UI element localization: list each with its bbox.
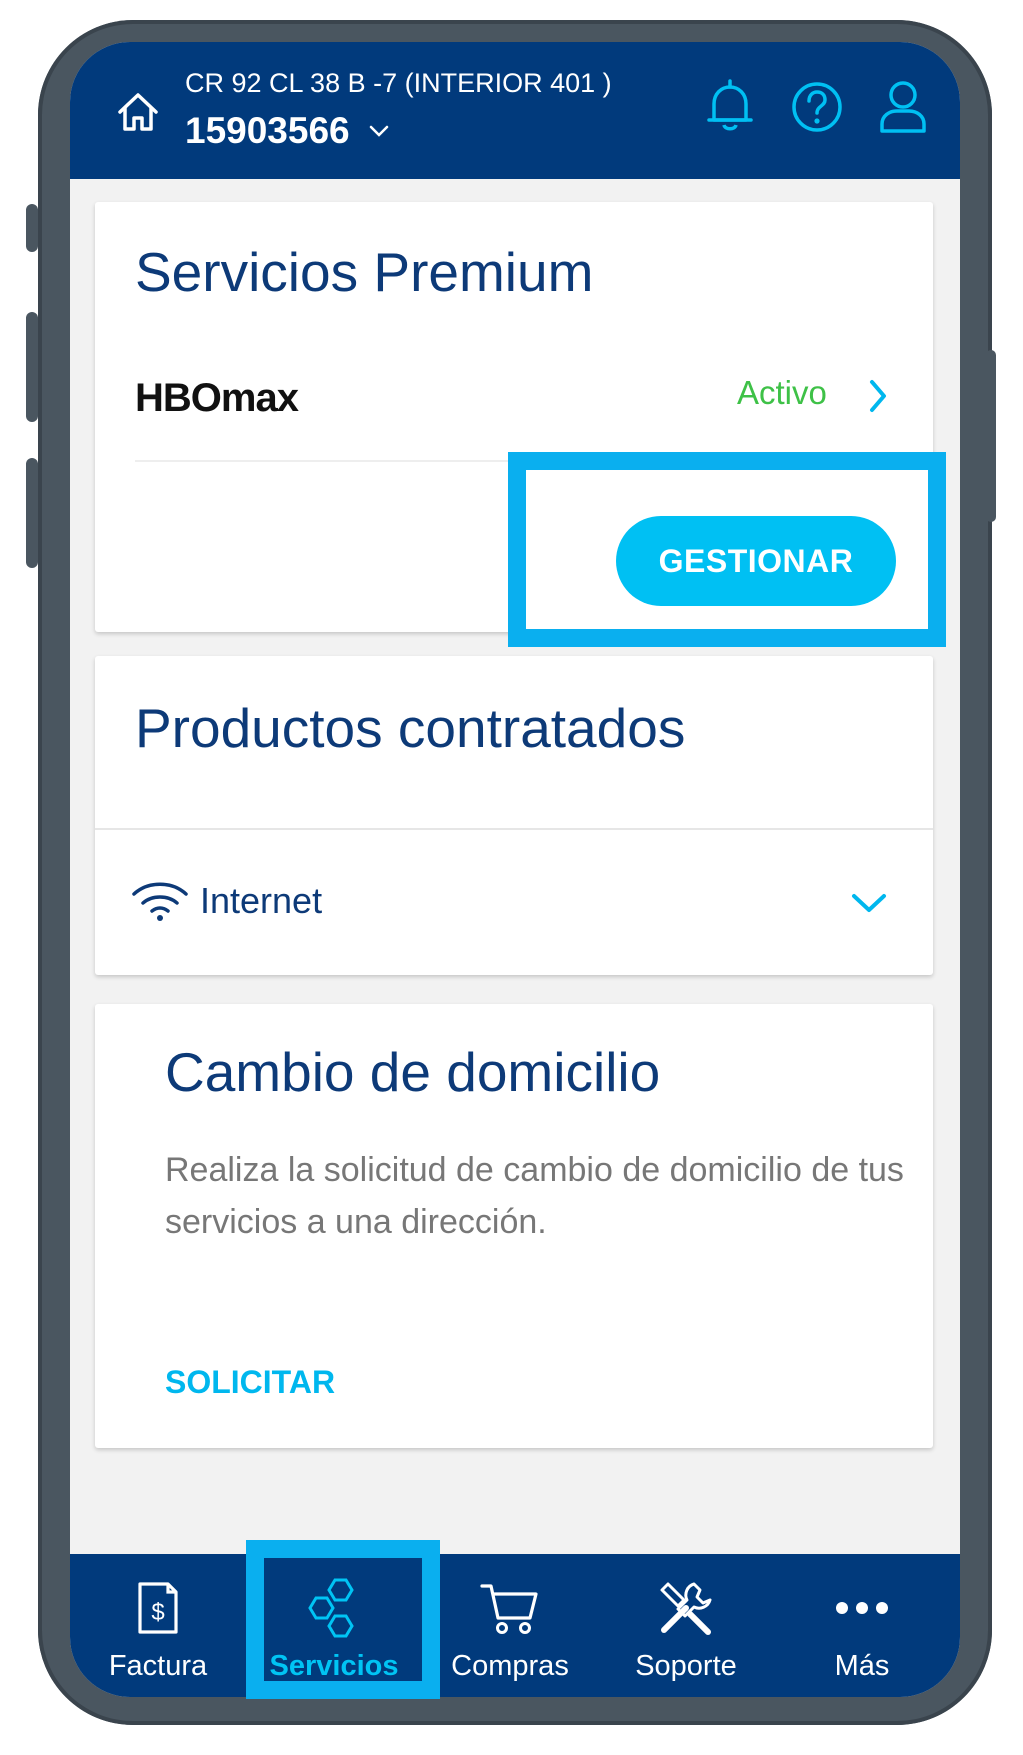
nav-label: Compras bbox=[451, 1650, 569, 1682]
manage-button[interactable]: GESTIONAR bbox=[616, 516, 896, 606]
premium-services-card: Servicios Premium HBOmax Activo GESTIONA… bbox=[95, 202, 933, 632]
chevron-down-icon bbox=[369, 125, 388, 137]
svg-text:HBOmax: HBOmax bbox=[135, 378, 299, 416]
request-button[interactable]: SOLICITAR bbox=[165, 1364, 335, 1401]
nav-item-soporte[interactable]: Soporte bbox=[598, 1554, 774, 1697]
app-header: CR 92 CL 38 B -7 (INTERIOR 401 ) 1590356… bbox=[70, 42, 960, 179]
nav-label: Factura bbox=[108, 1650, 208, 1682]
cart-icon bbox=[480, 1584, 538, 1634]
account-number: 15903566 bbox=[185, 110, 350, 151]
phone-side-button bbox=[26, 458, 38, 568]
bottom-navigation: $ Factura Servicios Compras Soporte Más bbox=[70, 1554, 960, 1697]
nav-label: Más bbox=[834, 1650, 890, 1682]
app-screen: CR 92 CL 38 B -7 (INTERIOR 401 ) 1590356… bbox=[70, 42, 960, 1697]
invoice-icon: $ bbox=[138, 1582, 178, 1634]
change-address-description: Realiza la solicitud de cambio de domici… bbox=[165, 1151, 904, 1241]
more-icon bbox=[836, 1602, 888, 1614]
product-row-internet[interactable]: Internet bbox=[95, 830, 933, 975]
contracted-products-card: Productos contratados Internet bbox=[95, 656, 933, 975]
service-status[interactable]: Activo bbox=[737, 374, 827, 412]
nav-label: Soporte bbox=[635, 1650, 737, 1682]
service-address: CR 92 CL 38 B -7 (INTERIOR 401 ) bbox=[185, 68, 612, 98]
tools-icon bbox=[660, 1582, 712, 1635]
chevron-right-icon[interactable] bbox=[867, 378, 889, 414]
bell-icon[interactable] bbox=[704, 78, 756, 134]
product-label: Internet bbox=[200, 880, 323, 921]
nav-item-servicios[interactable]: Servicios bbox=[246, 1554, 422, 1697]
phone-side-button bbox=[26, 204, 38, 252]
change-address-title: Cambio de domicilio bbox=[165, 1041, 661, 1103]
nav-item-compras[interactable]: Compras bbox=[422, 1554, 598, 1697]
phone-side-button bbox=[986, 350, 996, 522]
chevron-down-icon[interactable] bbox=[850, 890, 888, 916]
hbo-max-logo: HBOmax bbox=[135, 378, 300, 416]
nav-label: Servicios bbox=[269, 1650, 399, 1682]
nav-item-mas[interactable]: Más bbox=[774, 1554, 950, 1697]
change-address-card: Cambio de domicilio Realiza la solicitud… bbox=[95, 1004, 933, 1448]
account-selector[interactable]: 15903566 bbox=[185, 110, 390, 152]
phone-side-button bbox=[26, 312, 38, 422]
hexagons-icon bbox=[308, 1578, 354, 1638]
nav-item-factura[interactable]: $ Factura bbox=[70, 1554, 246, 1697]
user-icon[interactable] bbox=[878, 78, 928, 134]
home-icon[interactable] bbox=[114, 88, 162, 136]
premium-services-title: Servicios Premium bbox=[135, 241, 594, 303]
contracted-products-title: Productos contratados bbox=[135, 697, 686, 759]
divider bbox=[135, 460, 893, 462]
wifi-icon bbox=[132, 882, 188, 921]
svg-text:$: $ bbox=[151, 1599, 164, 1626]
help-icon[interactable] bbox=[790, 80, 844, 134]
